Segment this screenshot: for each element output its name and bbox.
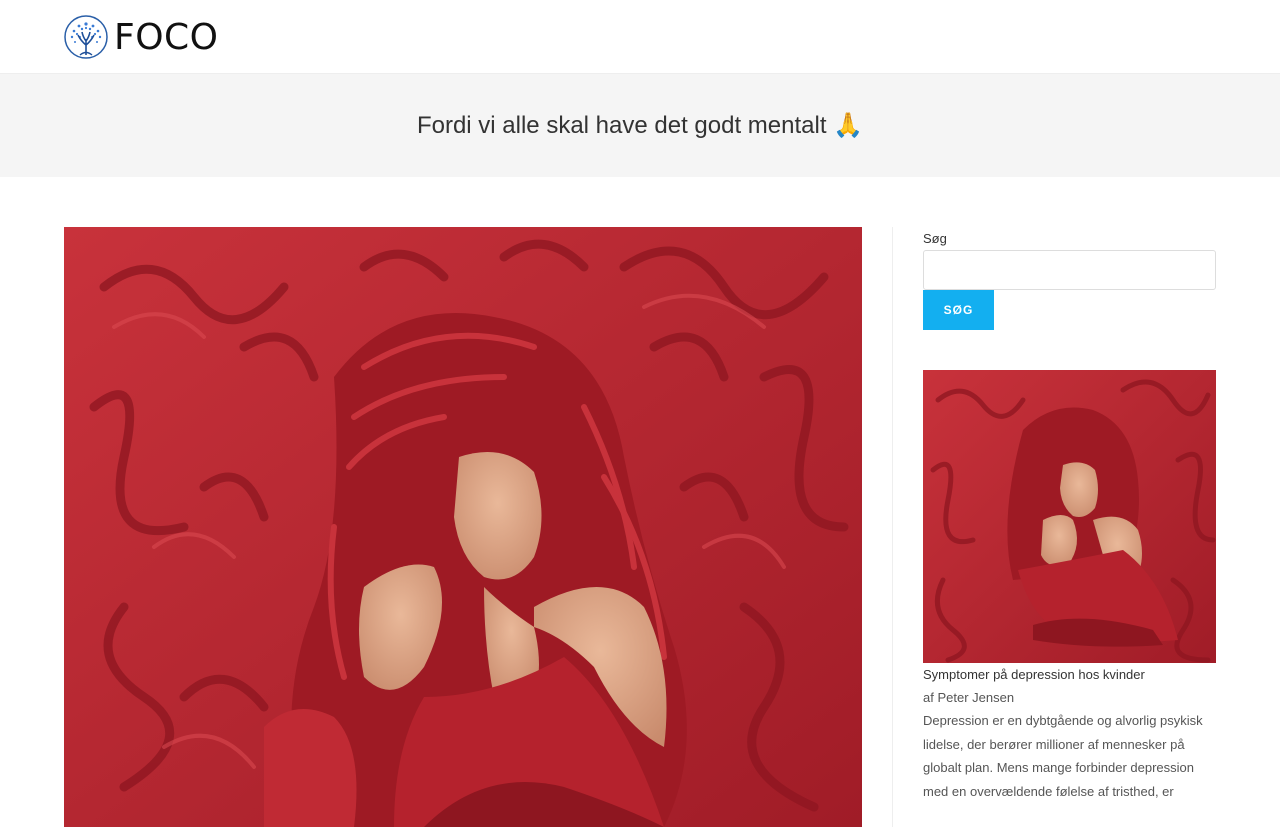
site-header: FOCO <box>0 0 1280 74</box>
featured-image[interactable] <box>64 227 862 827</box>
featured-illustration <box>64 227 862 827</box>
post-excerpt: Depression er en dybtgående og alvorlig … <box>923 713 1203 799</box>
search-input[interactable] <box>923 250 1216 290</box>
post-thumbnail[interactable] <box>923 370 1216 663</box>
post-author: af Peter Jensen <box>923 690 1015 705</box>
site-logo[interactable]: FOCO <box>64 15 219 59</box>
search-button[interactable]: SØG <box>923 290 994 330</box>
content-divider <box>892 227 893 827</box>
page-title: Fordi vi alle skal have det godt mentalt… <box>416 112 864 139</box>
logo-text: FOCO <box>114 16 219 58</box>
post-title-link[interactable]: Symptomer på depression hos kvinder <box>923 667 1216 682</box>
post-thumbnail-illustration <box>923 370 1216 663</box>
main-content: Søg SØG Symptomer på depression hos kvin… <box>0 177 1280 827</box>
page-banner: Fordi vi alle skal have det godt mentalt… <box>0 74 1280 177</box>
sidebar: Søg SØG Symptomer på depression hos kvin… <box>923 227 1216 816</box>
search-label: Søg <box>923 231 947 246</box>
tree-logo-icon <box>64 15 108 59</box>
